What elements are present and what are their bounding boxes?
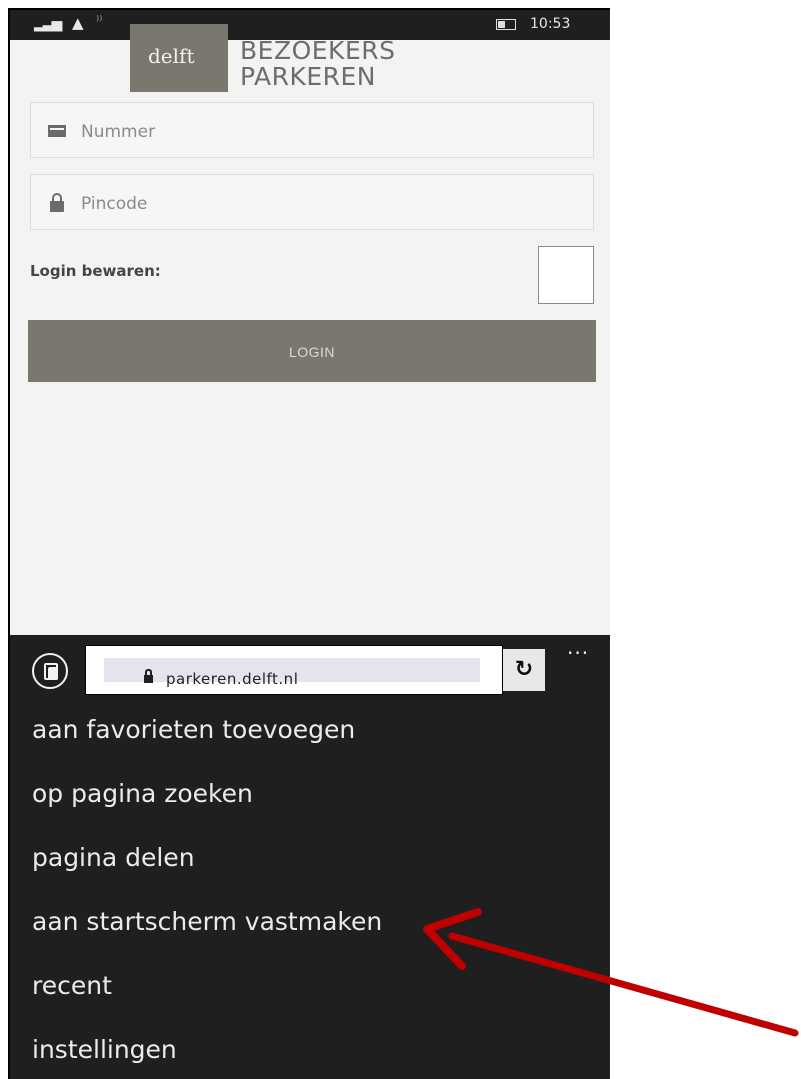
- more-options-button[interactable]: ...: [567, 635, 589, 659]
- pin-field[interactable]: [30, 174, 594, 230]
- tabs-icon[interactable]: [32, 653, 68, 689]
- remember-login-checkbox[interactable]: [538, 246, 594, 304]
- number-field[interactable]: [30, 102, 594, 158]
- menu-item-recent[interactable]: recent: [32, 971, 112, 1000]
- browser-app-bar: parkeren.delft.nl ↻ ... aan favorieten t…: [10, 635, 610, 1079]
- remember-login-label: Login bewaren:: [30, 262, 161, 280]
- login-button[interactable]: LOGIN: [28, 320, 596, 382]
- card-icon: [48, 125, 66, 137]
- status-time: 10:53: [530, 16, 571, 32]
- number-input[interactable]: [79, 117, 563, 147]
- menu-item-pin-to-start[interactable]: aan startscherm vastmaken: [32, 907, 382, 936]
- network-triangle-icon: ▲: [72, 14, 84, 32]
- lock-icon: [144, 669, 153, 683]
- pin-input[interactable]: [79, 189, 563, 219]
- address-highlight: parkeren.delft.nl: [104, 658, 480, 688]
- url-text: parkeren.delft.nl: [166, 670, 299, 688]
- lock-icon: [50, 193, 64, 212]
- wifi-icon: ⁾⁾: [96, 14, 103, 29]
- phone-screen: ▂▃▅ ▲ ⁾⁾ 10:53 delft BEZOEKERS PARKEREN …: [8, 8, 610, 1079]
- logo-text: delft: [148, 44, 195, 68]
- menu-item-share-page[interactable]: pagina delen: [32, 843, 195, 872]
- refresh-glyph: ↻: [514, 657, 534, 682]
- menu-item-add-favorites[interactable]: aan favorieten toevoegen: [32, 715, 355, 744]
- page-title-line1: BEZOEKERS: [240, 36, 396, 65]
- page-title-line2: PARKEREN: [240, 62, 377, 91]
- address-bar[interactable]: parkeren.delft.nl: [85, 645, 503, 695]
- refresh-icon[interactable]: ↻: [503, 649, 545, 691]
- menu-item-find-on-page[interactable]: op pagina zoeken: [32, 779, 253, 808]
- delft-logo: delft: [130, 24, 228, 92]
- signal-bars-icon: ▂▃▅: [34, 16, 62, 32]
- battery-icon: [496, 19, 516, 30]
- menu-item-settings[interactable]: instellingen: [32, 1035, 177, 1064]
